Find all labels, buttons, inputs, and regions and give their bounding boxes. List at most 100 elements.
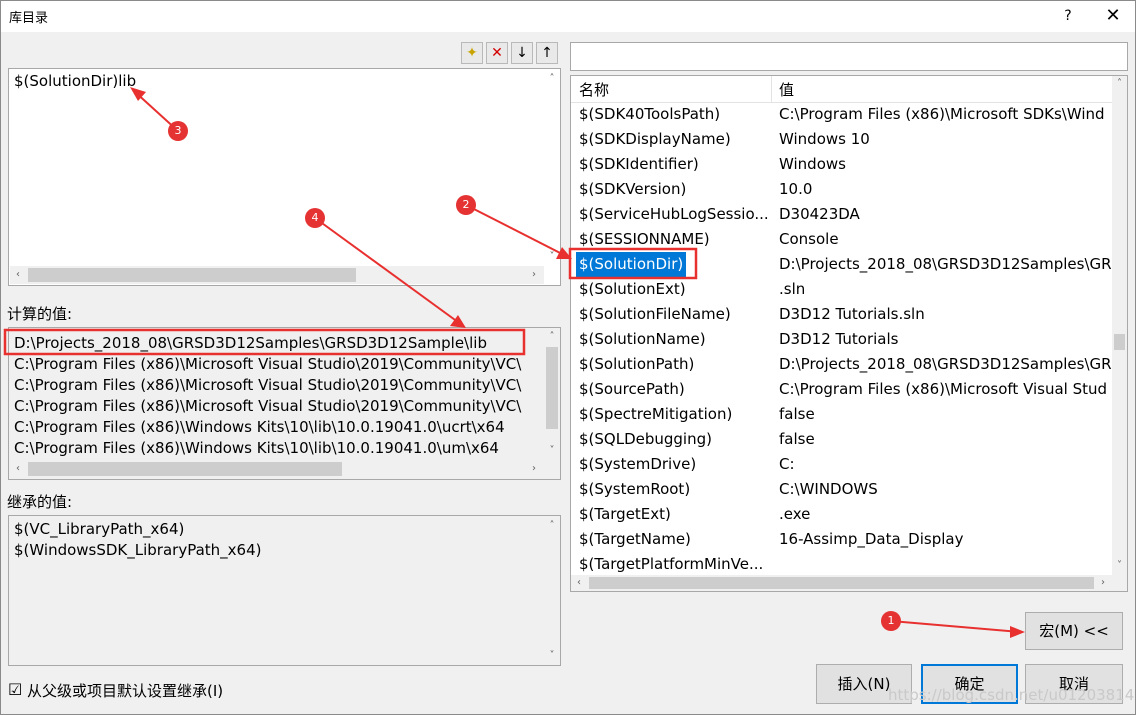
macro-row[interactable]: $(SDKIdentifier) Windows: [571, 152, 1112, 177]
macro-hscrollbar[interactable]: ‹ ›: [571, 575, 1127, 591]
column-divider[interactable]: [771, 76, 772, 102]
macro-row[interactable]: $(SolutionPath) D:\Projects_2018_08\GRSD3…: [571, 352, 1112, 377]
macro-row[interactable]: $(TargetPlatformMinVe...: [571, 552, 1112, 576]
evaluated-line: C:\Program Files (x86)\Microsoft Visual …: [14, 376, 522, 394]
macro-row[interactable]: $(SDKVersion) 10.0: [571, 177, 1112, 202]
macro-name[interactable]: $(SolutionPath): [579, 352, 771, 377]
evaluated-hscrollbar[interactable]: ‹ ›: [10, 460, 544, 478]
macro-name[interactable]: $(SolutionExt): [579, 277, 771, 302]
macro-value: false: [779, 430, 815, 448]
macro-row[interactable]: $(TargetExt) .exe: [571, 502, 1112, 527]
evaluated-line: C:\Program Files (x86)\Windows Kits\10\l…: [14, 418, 505, 436]
scroll-down-icon[interactable]: ˅: [544, 249, 560, 265]
editor-text[interactable]: $(SolutionDir)lib: [14, 72, 136, 90]
macro-name[interactable]: $(ServiceHubLogSessio...: [579, 202, 771, 227]
help-button[interactable]: ?: [1058, 3, 1078, 29]
macro-name[interactable]: $(SystemDrive): [579, 452, 771, 477]
scroll-left-icon[interactable]: ‹: [571, 575, 587, 591]
macro-row[interactable]: $(SolutionFileName) D3D12 Tutorials.sln: [571, 302, 1112, 327]
macro-search-input[interactable]: [570, 42, 1128, 71]
move-down-button[interactable]: ↓: [511, 42, 533, 64]
macro-vscrollbar[interactable]: ˄ ˅: [1112, 76, 1127, 575]
scroll-right-icon[interactable]: ›: [1095, 575, 1111, 591]
title-bar: [0, 0, 1136, 32]
macro-row[interactable]: $(SystemDrive) C:: [571, 452, 1112, 477]
delete-line-button[interactable]: ✕: [486, 42, 508, 64]
scroll-up-icon[interactable]: ˄: [544, 71, 560, 87]
macro-hscroll-thumb[interactable]: [589, 577, 1094, 589]
macro-value: C:\WINDOWS: [779, 480, 878, 498]
macro-name[interactable]: $(SDKIdentifier): [579, 152, 771, 177]
macro-name[interactable]: $(SQLDebugging): [579, 427, 771, 452]
macro-name[interactable]: $(TargetName): [579, 527, 771, 552]
macro-value: C:: [779, 455, 795, 473]
macro-row[interactable]: $(SolutionName) D3D12 Tutorials: [571, 327, 1112, 352]
inherited-label: 继承的值:: [7, 493, 73, 511]
macro-name[interactable]: $(SpectreMitigation): [579, 402, 771, 427]
editor-hscroll-thumb[interactable]: [28, 268, 356, 282]
new-line-button[interactable]: ✦: [461, 42, 483, 64]
macro-value: D3D12 Tutorials: [779, 330, 899, 348]
evaluated-line: C:\Program Files (x86)\Microsoft Visual …: [14, 355, 522, 373]
scroll-up-icon[interactable]: ˄: [1112, 76, 1127, 92]
macro-value: D:\Projects_2018_08\GRSD3D12Samples\GR: [779, 255, 1112, 273]
inherit-checkbox-label[interactable]: 从父级或项目默认设置继承(I): [27, 680, 223, 701]
evaluated-vscroll-thumb[interactable]: [546, 347, 558, 429]
macro-name[interactable]: $(SDK40ToolsPath): [579, 102, 771, 127]
macro-name[interactable]: $(SystemRoot): [579, 477, 771, 502]
macro-toggle-button[interactable]: 宏(M) <<: [1025, 612, 1123, 650]
inherited-line: $(WindowsSDK_LibraryPath_x64): [14, 541, 262, 559]
close-button[interactable]: ✕: [1100, 3, 1126, 29]
editor-box[interactable]: $(SolutionDir)lib ‹ › ˄ ˅: [8, 68, 561, 286]
macro-row[interactable]: $(ServiceHubLogSessio... D30423DA: [571, 202, 1112, 227]
evaluated-line: C:\Program Files (x86)\Microsoft Visual …: [14, 397, 522, 415]
evaluated-box: D:\Projects_2018_08\GRSD3D12Samples\GRSD…: [8, 327, 561, 480]
macro-name[interactable]: $(SDKDisplayName): [579, 127, 771, 152]
macro-name[interactable]: $(SolutionDir): [576, 252, 687, 277]
evaluated-hscroll-thumb[interactable]: [28, 462, 342, 476]
macro-name[interactable]: $(SDKVersion): [579, 177, 771, 202]
column-header-name[interactable]: 名称: [579, 79, 609, 100]
macro-row[interactable]: $(SolutionExt) .sln: [571, 277, 1112, 302]
macro-value: .exe: [779, 505, 811, 523]
watermark: https://blog.csdn.net/u012038143: [888, 686, 1136, 704]
macro-name[interactable]: $(SESSIONNAME): [579, 227, 771, 252]
editor-hscrollbar[interactable]: ‹ ›: [10, 266, 544, 284]
inherit-checkbox[interactable]: ☑: [8, 680, 22, 699]
scroll-up-icon[interactable]: ˄: [544, 329, 560, 345]
macro-name[interactable]: $(SolutionName): [579, 327, 771, 352]
scroll-down-icon[interactable]: ˅: [544, 648, 560, 664]
inherited-line: $(VC_LibraryPath_x64): [14, 520, 185, 538]
macro-value: false: [779, 405, 815, 423]
move-up-button[interactable]: ↑: [536, 42, 558, 64]
macro-row[interactable]: $(SQLDebugging) false: [571, 427, 1112, 452]
macro-row[interactable]: $(SDK40ToolsPath) C:\Program Files (x86)\…: [571, 102, 1112, 127]
macro-grid[interactable]: 名称 值 $(SDK40ToolsPath) C:\Program Files (…: [570, 75, 1128, 592]
scroll-up-icon[interactable]: ˄: [544, 518, 560, 534]
scroll-left-icon[interactable]: ‹: [10, 461, 26, 477]
macro-row[interactable]: $(SpectreMitigation) false: [571, 402, 1112, 427]
macro-value: D3D12 Tutorials.sln: [779, 305, 925, 323]
macro-name[interactable]: $(TargetExt): [579, 502, 771, 527]
macro-row[interactable]: $(SystemRoot) C:\WINDOWS: [571, 477, 1112, 502]
scroll-right-icon[interactable]: ›: [526, 267, 542, 283]
annotation-badge-2: 2: [456, 195, 476, 215]
macro-name[interactable]: $(SolutionFileName): [579, 302, 771, 327]
macro-row[interactable]: $(TargetName) 16-Assimp_Data_Display: [571, 527, 1112, 552]
scroll-down-icon[interactable]: ˅: [544, 443, 560, 459]
scroll-right-icon[interactable]: ›: [526, 461, 542, 477]
macro-vscroll-thumb[interactable]: [1114, 334, 1125, 350]
macro-row[interactable]: $(SDKDisplayName) Windows 10: [571, 127, 1112, 152]
scroll-down-icon[interactable]: ˅: [1112, 558, 1127, 574]
macro-name[interactable]: $(SourcePath): [579, 377, 771, 402]
scroll-left-icon[interactable]: ‹: [10, 267, 26, 283]
macro-row[interactable]: $(SESSIONNAME) Console: [571, 227, 1112, 252]
macro-name[interactable]: $(TargetPlatformMinVe...: [579, 552, 771, 576]
annotation-badge-1: 1: [881, 611, 901, 631]
evaluated-vscrollbar[interactable]: ˄ ˅: [544, 329, 560, 459]
macro-row[interactable]: $(SolutionDir) D:\Projects_2018_08\GRSD3D…: [571, 252, 1112, 277]
macro-row[interactable]: $(SourcePath) C:\Program Files (x86)\Micr…: [571, 377, 1112, 402]
evaluated-label: 计算的值:: [7, 305, 73, 323]
column-header-value[interactable]: 值: [779, 79, 794, 100]
macro-grid-header: 名称 值: [571, 76, 1112, 103]
